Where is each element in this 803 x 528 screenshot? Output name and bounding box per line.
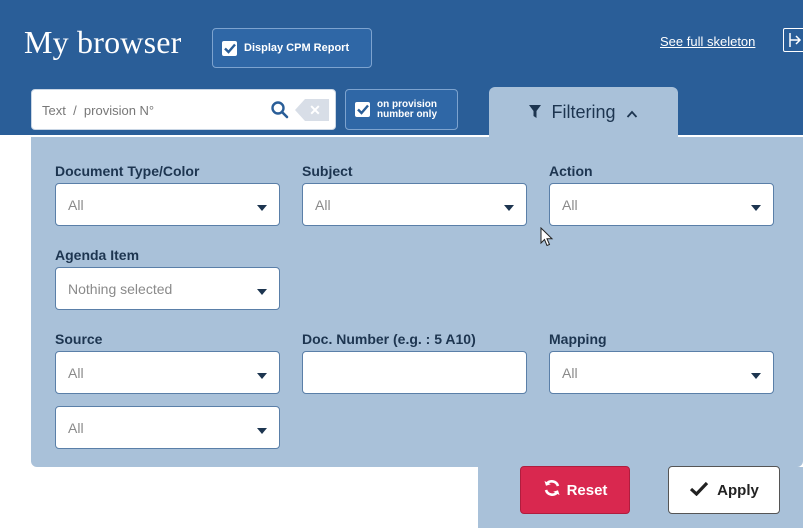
search-icon[interactable]: [270, 100, 290, 120]
clear-icon[interactable]: ✕: [295, 99, 329, 121]
chevron-up-icon: [626, 102, 638, 123]
select-value: All: [68, 196, 84, 213]
caret-down-icon: [257, 428, 267, 434]
search-input[interactable]: [42, 100, 252, 120]
agenda-item-label: Agenda Item: [55, 247, 140, 263]
columns-icon[interactable]: [783, 28, 803, 52]
app-header: My browser Display CPM Report See full s…: [0, 0, 803, 135]
subject-select[interactable]: All: [302, 183, 527, 226]
document-type-color-select[interactable]: All: [55, 183, 280, 226]
checkbox-checked-icon: [222, 40, 237, 56]
source-secondary-select[interactable]: All: [55, 406, 280, 449]
doc-number-label: Doc. Number (e.g. : 5 A10): [302, 331, 476, 347]
mouse-cursor-icon: [540, 226, 554, 247]
caret-down-icon: [257, 205, 267, 211]
provision-number-only-toggle[interactable]: on provision number only: [345, 89, 458, 130]
provision-number-only-label: on provision number only: [377, 99, 438, 120]
mapping-label: Mapping: [549, 331, 607, 347]
subject-label: Subject: [302, 163, 353, 179]
provision-label-line2: number only: [377, 108, 438, 120]
checkbox-checked-icon: [355, 102, 370, 117]
caret-down-icon: [751, 373, 761, 379]
refresh-icon: [543, 479, 561, 501]
action-select[interactable]: All: [549, 183, 774, 226]
select-value: Nothing selected: [68, 280, 173, 297]
page-title: My browser: [24, 24, 182, 60]
document-type-color-label: Document Type/Color: [55, 163, 200, 179]
display-cpm-report-toggle[interactable]: Display CPM Report: [212, 28, 372, 68]
filtering-tab-label: Filtering: [551, 101, 616, 122]
filtering-tab[interactable]: Filtering: [489, 87, 678, 137]
caret-down-icon: [257, 289, 267, 295]
reset-button[interactable]: Reset: [520, 466, 630, 514]
apply-button[interactable]: Apply: [668, 466, 780, 514]
reset-label: Reset: [566, 481, 608, 499]
select-value: All: [562, 364, 578, 381]
display-cpm-report-label: Display CPM Report: [244, 42, 350, 54]
checkmark-icon: [689, 481, 709, 500]
caret-down-icon: [504, 205, 514, 211]
caret-down-icon: [751, 205, 761, 211]
apply-label: Apply: [717, 481, 759, 499]
source-select[interactable]: All: [55, 351, 280, 394]
agenda-item-select[interactable]: Nothing selected: [55, 267, 280, 310]
select-value: All: [562, 196, 578, 213]
select-value: All: [315, 196, 331, 213]
doc-number-input[interactable]: [302, 351, 527, 394]
action-label: Action: [549, 163, 593, 179]
select-value: All: [68, 364, 84, 381]
select-value: All: [68, 419, 84, 436]
source-label: Source: [55, 331, 103, 347]
caret-down-icon: [257, 373, 267, 379]
search-box: ✕: [31, 89, 336, 130]
mapping-select[interactable]: All: [549, 351, 774, 394]
filter-icon: [529, 102, 542, 123]
see-full-skeleton-link[interactable]: See full skeleton: [660, 34, 755, 49]
